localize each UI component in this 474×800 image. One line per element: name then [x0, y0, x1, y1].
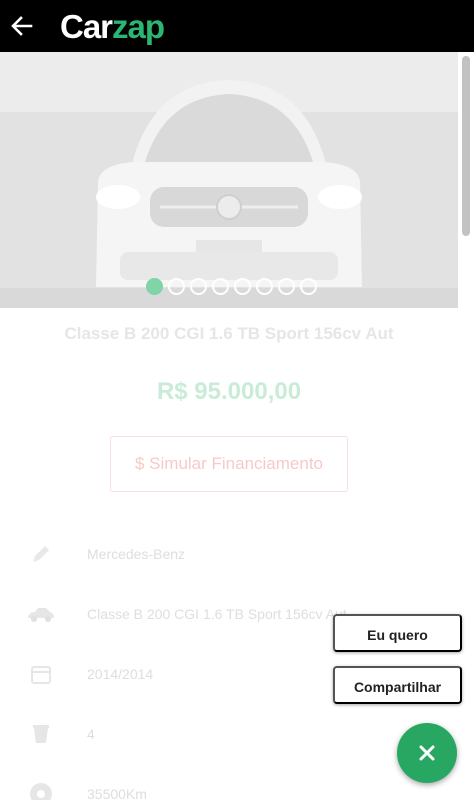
- back-button[interactable]: [2, 0, 42, 52]
- gallery-pagination: [146, 278, 317, 295]
- car-photo: [0, 52, 458, 308]
- arrow-left-icon: [11, 16, 33, 36]
- scrollbar-thumb[interactable]: [462, 56, 470, 236]
- pencil-icon: [26, 539, 56, 569]
- spec-row-doors: 4: [20, 704, 450, 764]
- photo-gallery[interactable]: [0, 52, 458, 308]
- spec-row-mileage: 35500Km: [20, 764, 450, 800]
- carzap-logo[interactable]: Carzap: [60, 7, 165, 45]
- car-model-icon: [26, 599, 56, 629]
- listing-title: Classe B 200 CGI 1.6 TB Sport 156cv Aut: [64, 324, 394, 343]
- simulate-financing-button[interactable]: $ Simular Financiamento: [110, 436, 348, 492]
- want-button[interactable]: Eu quero: [333, 614, 462, 652]
- spec-row-brand: Mercedes-Benz: [20, 524, 450, 584]
- gallery-dot[interactable]: [300, 278, 317, 295]
- spec-year: 2014/2014: [87, 666, 154, 682]
- close-icon: [419, 745, 435, 761]
- spec-brand: Mercedes-Benz: [87, 546, 186, 562]
- listing-price: R$ 95.000,00: [156, 378, 302, 405]
- gallery-dot[interactable]: [168, 278, 185, 295]
- gallery-dot[interactable]: [256, 278, 273, 295]
- spec-model: Classe B 200 CGI 1.6 TB Sport 156cv Aut: [87, 606, 347, 622]
- door-icon: [26, 719, 56, 749]
- app-bar: Carzap: [0, 0, 474, 52]
- gallery-dot[interactable]: [234, 278, 251, 295]
- share-button[interactable]: Compartilhar: [333, 666, 462, 704]
- speedometer-icon: [26, 779, 56, 800]
- gallery-dot[interactable]: [146, 278, 163, 295]
- calendar-icon: [26, 659, 56, 689]
- logo-text-zap: zap: [112, 7, 165, 45]
- gallery-dot[interactable]: [212, 278, 229, 295]
- logo-text-car: Car: [60, 7, 113, 45]
- close-fab-button[interactable]: [397, 723, 457, 783]
- spec-list: Mercedes-Benz Classe B 200 CGI 1.6 TB Sp…: [20, 524, 450, 800]
- gallery-dot[interactable]: [278, 278, 295, 295]
- spec-mileage: 35500Km: [87, 786, 147, 800]
- spec-doors: 4: [87, 726, 95, 742]
- gallery-dot[interactable]: [190, 278, 207, 295]
